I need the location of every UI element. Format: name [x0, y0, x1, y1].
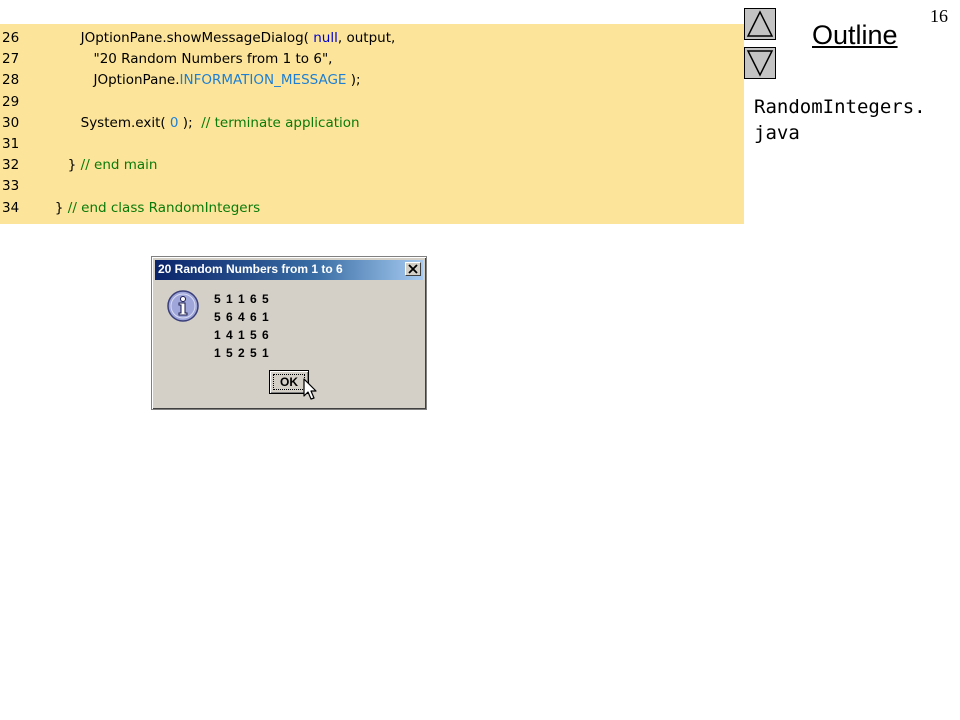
close-button[interactable] [405, 262, 421, 276]
code-text: JOptionPane.INFORMATION_MESSAGE ); [42, 72, 361, 88]
previous-slide-button[interactable] [744, 8, 776, 40]
triangle-down-icon [746, 50, 774, 77]
dialog-title: 20 Random Numbers from 1 to 6 [158, 262, 343, 276]
line-number: 29 [2, 93, 20, 110]
code-token: INFORMATION_MESSAGE [179, 72, 347, 89]
line-number: 28 [2, 72, 20, 89]
information-icon [167, 290, 199, 322]
ok-button-label: OK [280, 375, 298, 389]
number-row: 1 5 2 5 1 [214, 346, 269, 360]
code-line: 29 [0, 92, 42, 112]
page-number: 16 [930, 6, 948, 26]
line-number: 30 [2, 114, 20, 131]
code-token: , output, [337, 30, 396, 46]
code-token: "20 Random Numbers from 1 to 6", [93, 51, 333, 68]
code-text: } // end main [42, 157, 158, 174]
code-token: System.exit( [80, 114, 170, 131]
code-token: ); [346, 72, 361, 89]
code-line: 33 [0, 176, 42, 196]
line-number: 34 [2, 199, 20, 216]
code-token: } [67, 157, 81, 174]
dialog-titlebar[interactable]: 20 Random Numbers from 1 to 6 [155, 260, 423, 280]
code-line: 34 } // end class RandomIntegers [0, 198, 260, 218]
number-row: 1 4 1 5 6 [214, 328, 269, 342]
code-line: 28 JOptionPane.INFORMATION_MESSAGE ); [0, 70, 361, 90]
line-number: 27 [2, 51, 20, 68]
code-token: // terminate application [201, 114, 360, 131]
code-listing: 26 JOptionPane.showMessageDialog( null, … [0, 24, 744, 224]
number-row: 5 6 4 6 1 [214, 310, 269, 324]
code-line: 27 "20 Random Numbers from 1 to 6", [0, 49, 332, 69]
code-text: JOptionPane.showMessageDialog( null, out… [42, 30, 396, 46]
code-token: null [313, 30, 338, 46]
code-line: 30 System.exit( 0 ); // terminate applic… [0, 113, 360, 133]
code-text: } // end class RandomIntegers [42, 200, 260, 216]
line-number: 33 [2, 178, 20, 195]
code-token: JOptionPane. [93, 72, 180, 89]
number-row: 5 1 1 6 5 [214, 292, 269, 306]
code-token: // end class RandomIntegers [67, 199, 261, 216]
line-number: 31 [2, 136, 20, 152]
code-token: ); [178, 114, 202, 131]
code-text: System.exit( 0 ); // terminate applicati… [42, 115, 360, 131]
line-number: 32 [2, 157, 20, 174]
next-slide-button[interactable] [744, 47, 776, 79]
triangle-up-icon [746, 10, 774, 37]
code-line: 32 } // end main [0, 155, 157, 175]
mouse-pointer-icon [303, 378, 317, 400]
line-number: 26 [2, 30, 20, 46]
close-icon [408, 264, 418, 274]
code-token: 0 [169, 114, 179, 131]
code-token: JOptionPane.showMessageDialog( [80, 30, 314, 46]
message-dialog: 20 Random Numbers from 1 to 6 5 1 1 6 5 … [151, 256, 427, 410]
code-line: 31 [0, 134, 42, 154]
code-line: 26 JOptionPane.showMessageDialog( null, … [0, 28, 395, 48]
file-name-line: RandomIntegers. [754, 96, 926, 118]
code-token: // end main [80, 157, 158, 174]
file-name-line: java [754, 122, 800, 144]
code-token: } [54, 199, 68, 216]
file-name-label: RandomIntegers. java [754, 94, 954, 146]
code-text: "20 Random Numbers from 1 to 6", [42, 51, 333, 68]
outline-link[interactable]: Outline [812, 20, 898, 51]
random-numbers-output: 5 1 1 6 5 5 6 4 6 1 1 4 1 5 6 1 5 2 5 1 [214, 290, 269, 362]
